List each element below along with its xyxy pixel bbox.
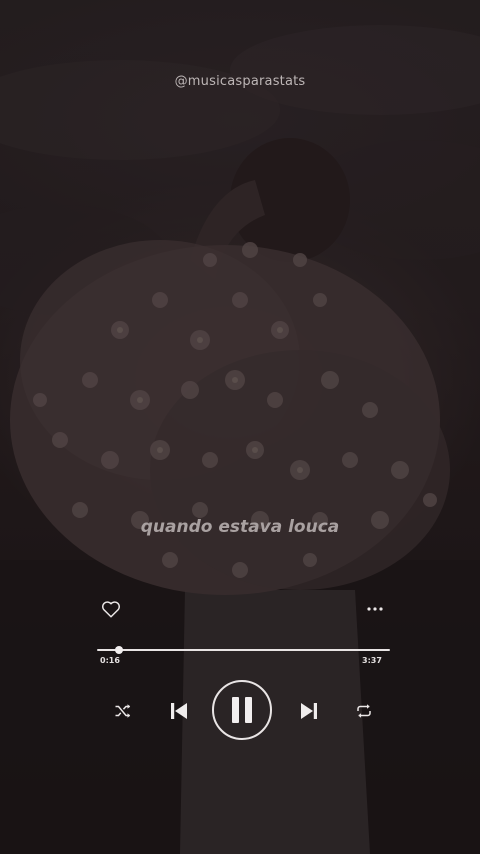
total-time: 3:37 xyxy=(362,656,382,665)
current-time: 0:16 xyxy=(100,656,120,665)
more-dots-icon xyxy=(367,607,383,611)
play-pause-button[interactable] xyxy=(212,680,272,740)
progress-thumb[interactable] xyxy=(114,646,123,654)
lyric-line: quando estava louca xyxy=(140,517,340,537)
next-button[interactable] xyxy=(296,698,322,724)
account-handle: @musicasparastats xyxy=(174,74,306,89)
progress-track[interactable] xyxy=(97,649,390,651)
skip-next-icon xyxy=(301,703,317,719)
previous-button[interactable] xyxy=(166,698,192,724)
shuffle-icon xyxy=(115,704,131,718)
pause-icon xyxy=(232,697,252,723)
skip-previous-icon xyxy=(171,703,187,719)
like-button[interactable] xyxy=(98,597,124,621)
player-screen: @musicasparastats quando estava louca 0:… xyxy=(0,0,480,854)
more-options-button[interactable] xyxy=(362,597,388,621)
shuffle-button[interactable] xyxy=(111,699,135,723)
heart-outline-icon xyxy=(102,601,120,618)
repeat-button[interactable] xyxy=(352,699,376,723)
repeat-icon xyxy=(357,704,371,718)
